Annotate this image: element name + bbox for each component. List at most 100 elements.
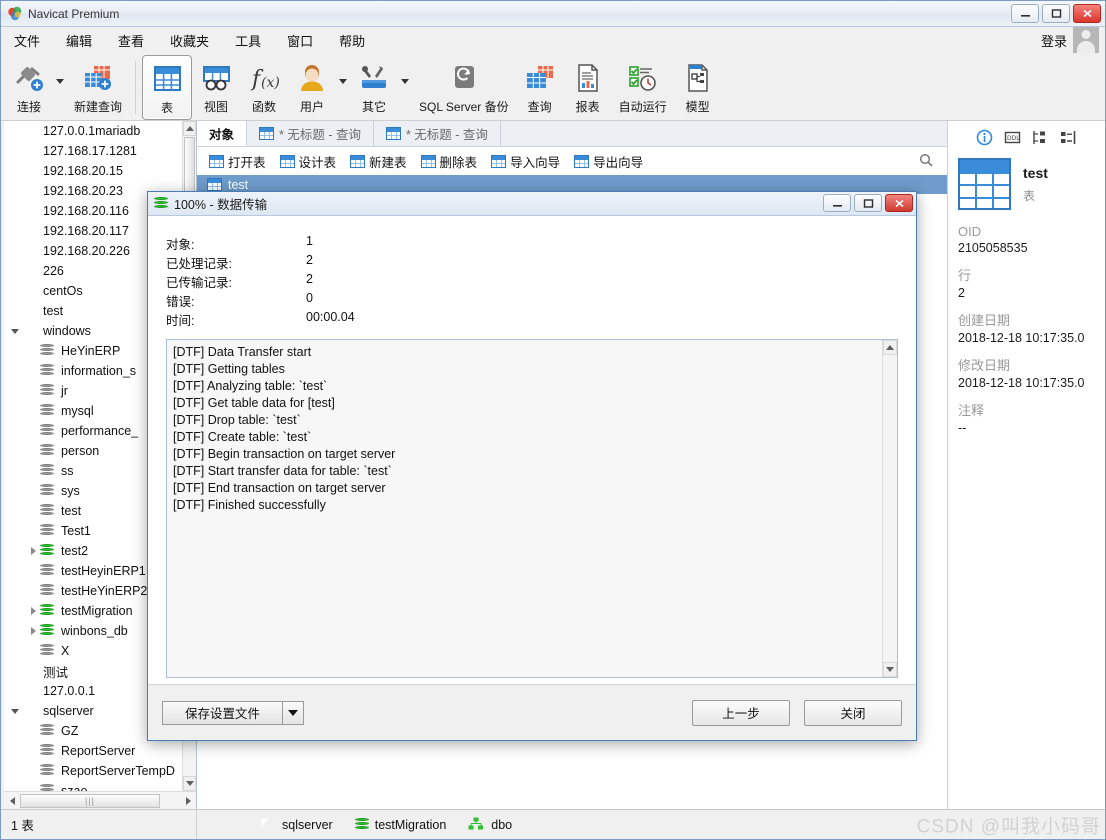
tree-expander-icon[interactable]	[26, 607, 40, 615]
log-line: [DTF] Get table data for [test]	[173, 396, 335, 410]
menu-file[interactable]: 文件	[1, 27, 53, 54]
hscroll-left-arrow-icon[interactable]	[4, 793, 20, 809]
log-scroll-up-arrow-icon[interactable]	[883, 340, 897, 355]
ribbon-model[interactable]: 模型	[674, 55, 722, 120]
tab-query-1[interactable]: * 无标题 - 查询	[247, 121, 374, 146]
connection-icon	[22, 264, 39, 279]
delete-table-button[interactable]: 删除表	[415, 150, 484, 173]
tree-view-icon[interactable]	[1032, 129, 1049, 146]
log-scroll-down-arrow-icon[interactable]	[883, 662, 897, 677]
tree-horizontal-scrollbar[interactable]: |||	[4, 791, 196, 809]
ribbon-automation[interactable]: 自动运行	[612, 55, 674, 120]
tab-query-2[interactable]: * 无标题 - 查询	[374, 121, 501, 146]
tree-node-label: 226	[43, 264, 64, 278]
info-pane: DDL test 表 OID 2105058535 行 2 创建日期 2018-…	[947, 121, 1105, 809]
status-database-label: testMigration	[374, 817, 447, 832]
menu-help[interactable]: 帮助	[326, 27, 378, 54]
stat-errors: 错误: 0	[166, 291, 898, 310]
tree-expander-icon[interactable]	[8, 328, 22, 334]
user-dropdown-caret-icon[interactable]	[336, 55, 350, 120]
back-button[interactable]: 上一步	[692, 699, 790, 726]
menu-tools[interactable]: 工具	[222, 27, 274, 54]
ddl-icon[interactable]: DDL	[1004, 129, 1021, 146]
database-icon	[40, 443, 57, 459]
dialog-maximize-button[interactable]	[854, 194, 882, 212]
scroll-up-arrow-icon[interactable]	[183, 121, 196, 136]
import-wizard-button[interactable]: 导入向导	[485, 150, 566, 173]
ribbon-backup-label: SQL Server 备份	[419, 100, 509, 114]
ribbon-backup[interactable]: SQL Server 备份	[412, 55, 516, 120]
menu-favorites[interactable]: 收藏夹	[157, 27, 222, 54]
menu-window[interactable]: 窗口	[274, 27, 326, 54]
save-settings-split-button[interactable]: 保存设置文件	[162, 700, 304, 725]
avatar[interactable]	[1073, 27, 1099, 53]
dialog-close-button[interactable]	[885, 194, 913, 212]
field-value-created: 2018-12-18 10:17:35.0	[958, 331, 1085, 345]
window-title: Navicat Premium	[28, 6, 120, 21]
tree-node[interactable]: 127.168.17.1281	[4, 141, 182, 161]
ribbon-view[interactable]: 视图	[192, 55, 240, 120]
database-icon	[40, 743, 57, 759]
ribbon-automation-label: 自动运行	[618, 100, 667, 114]
close-button[interactable]	[1073, 4, 1101, 23]
hscroll-thumb[interactable]: |||	[20, 793, 160, 808]
tree-expander-icon[interactable]	[26, 627, 40, 635]
hscroll-right-arrow-icon[interactable]	[180, 793, 196, 809]
info-fields: OID 2105058535 行 2 创建日期 2018-12-18 10:17…	[958, 224, 1095, 435]
login-area[interactable]: 登录	[1041, 27, 1099, 53]
status-schema[interactable]: dbo	[468, 817, 512, 832]
transfer-log-box[interactable]: [DTF] Data Transfer start [DTF] Getting t…	[166, 339, 898, 678]
tree-node[interactable]: 127.0.0.1mariadb	[4, 121, 182, 141]
save-settings-caret-icon[interactable]	[282, 700, 304, 725]
tree-node[interactable]: szao	[4, 781, 182, 791]
stat-errors-key: 错误:	[166, 295, 195, 309]
save-settings-button[interactable]: 保存设置文件	[162, 700, 282, 725]
ribbon-user[interactable]: 用户	[288, 55, 336, 120]
ribbon-other[interactable]: 其它	[350, 55, 398, 120]
status-connection[interactable]: sqlserver	[259, 817, 333, 832]
maximize-button[interactable]	[1042, 4, 1070, 23]
open-table-button[interactable]: 打开表	[203, 150, 272, 173]
ribbon-connection[interactable]: 连接	[5, 55, 53, 120]
status-database[interactable]: testMigration	[354, 817, 447, 832]
compare-icon[interactable]	[1060, 129, 1077, 146]
design-table-button[interactable]: 设计表	[274, 150, 343, 173]
database-icon	[40, 623, 57, 639]
search-icon[interactable]	[919, 153, 933, 167]
object-toolbar: 打开表 设计表 新建表 删除表 导入向导 导出向导	[197, 147, 947, 175]
scroll-down-arrow-icon[interactable]	[183, 776, 196, 791]
login-label[interactable]: 登录	[1041, 31, 1067, 50]
connection-dropdown-caret-icon[interactable]	[53, 55, 67, 120]
export-wizard-label: 导出向导	[593, 155, 644, 170]
database-icon	[40, 723, 57, 739]
menu-edit[interactable]: 编辑	[53, 27, 105, 54]
log-vertical-scrollbar[interactable]	[882, 340, 897, 677]
tree-node[interactable]: ReportServerTempD	[4, 761, 182, 781]
info-icon[interactable]	[976, 129, 993, 146]
dialog-action-buttons: 上一步 关闭	[692, 699, 902, 726]
ribbon-table[interactable]: 表	[142, 55, 193, 120]
dialog-minimize-button[interactable]	[823, 194, 851, 212]
ribbon-query[interactable]: 查询	[516, 55, 564, 120]
tab-query-1-label: * 无标题 - 查询	[279, 128, 361, 142]
tree-node[interactable]: 192.168.20.15	[4, 161, 182, 181]
minimize-button[interactable]	[1011, 4, 1039, 23]
field-key-oid: OID	[958, 224, 982, 239]
tree-expander-icon[interactable]	[26, 547, 40, 555]
new-table-button[interactable]: 新建表	[344, 150, 413, 173]
export-wizard-button[interactable]: 导出向导	[568, 150, 649, 173]
navicat-logo-icon	[7, 6, 23, 22]
ribbon-report[interactable]: 报表	[564, 55, 612, 120]
close-dialog-button[interactable]: 关闭	[804, 699, 902, 726]
other-dropdown-caret-icon[interactable]	[398, 55, 412, 120]
ribbon-function[interactable]: f (x) 函数	[240, 55, 288, 120]
menu-view[interactable]: 查看	[105, 27, 157, 54]
view-icon	[199, 59, 233, 97]
transfer-log-text: [DTF] Data Transfer start [DTF] Getting t…	[167, 344, 881, 677]
tree-node-label: HeYinERP	[61, 344, 121, 358]
tree-node[interactable]: ReportServer	[4, 741, 182, 761]
tree-node-label: 127.0.0.1mariadb	[43, 124, 141, 138]
tree-expander-icon[interactable]	[8, 708, 22, 714]
ribbon-new-query[interactable]: 新建查询	[67, 55, 129, 120]
tab-objects[interactable]: 对象	[197, 121, 248, 146]
